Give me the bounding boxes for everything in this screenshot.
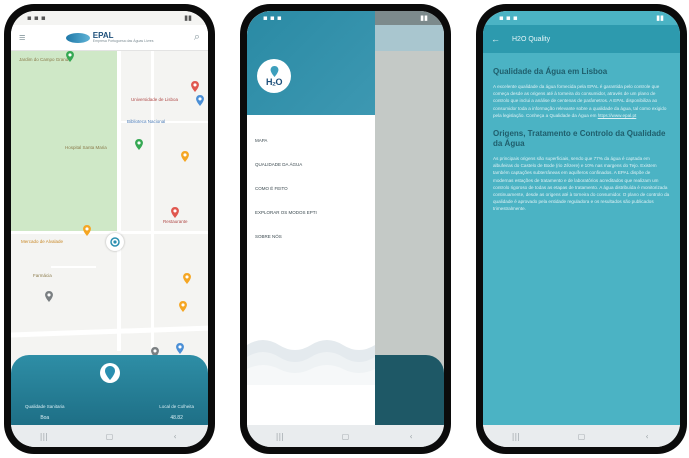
water-pin[interactable] [176,343,184,354]
map-label: Biblioteca Nacional [127,119,166,124]
map-label: Universidade de Lisboa [131,97,179,102]
h2o-logo: H₂O [257,59,291,93]
section-heading: Qualidade da Água em Lisboa [493,67,608,76]
section-paragraph: As principais origens são superficiais, … [493,156,670,212]
drawer-menu: MAPA QUALIDADE DA ÁGUA COMO É FEITO EXPL… [255,137,365,257]
green-pin[interactable] [135,139,143,150]
water-pin[interactable] [196,95,204,106]
info-header: ← H2O Quality [483,25,680,53]
dimmed-header [365,25,444,51]
menu-item-qualidade[interactable]: QUALIDADE DA ÁGUA [255,161,365,185]
home-button[interactable]: ▢ [571,432,591,441]
logo-sub-text: Empresa Portuguesa das Águas Livres [92,38,154,43]
red-pin[interactable] [171,207,179,218]
home-button[interactable]: ▢ [99,432,119,441]
menu-item-mapa[interactable]: MAPA [255,137,365,161]
status-bar: ▪ ▪ ▪ ▮▮ [247,11,444,25]
system-nav-bar: ||| ▢ ‹ [11,425,208,447]
back-arrow-icon[interactable]: ← [491,34,500,44]
search-icon[interactable]: ⌕ [194,31,200,44]
epal-logo: EPAL Empresa Portuguesa das Águas Livres [65,31,154,44]
drawer-screen: H₂O MAPA QUALIDADE DA ÁGUA COMO É FEITO … [247,11,444,447]
back-button[interactable]: ‹ [637,432,657,441]
menu-item-como-e-feito[interactable]: COMO É FEITO [255,185,365,209]
stat-label: Local de Colheita [159,404,194,409]
paragraph-text: A excelente qualidade da água fornecida … [493,84,667,118]
recent-apps-button[interactable]: ||| [34,432,54,441]
phone-map: Jardim do Campo Grande Universidade de L… [4,4,215,454]
navigation-drawer: H₂O MAPA QUALIDADE DA ÁGUA COMO É FEITO … [247,11,375,425]
menu-icon[interactable]: ≡ [19,32,25,44]
orange-pin[interactable] [83,225,91,236]
my-location-button[interactable] [106,233,124,251]
section-paragraph: A excelente qualidade da água fornecida … [493,83,670,119]
stat-value: 48.82 [170,415,183,421]
stat-label: Qualidade Sanitaria [25,404,65,409]
orange-pin[interactable] [181,151,189,162]
red-pin[interactable] [191,81,199,92]
back-button[interactable]: ‹ [165,432,185,441]
back-button[interactable]: ‹ [401,432,421,441]
page-title: H2O Quality [512,35,551,43]
status-left: ▪ ▪ ▪ [263,14,282,22]
location-panel[interactable]: Qualidade Sanitaria Boa Local de Colheit… [11,355,208,425]
stat-value: Boa [40,415,50,421]
water-drop-icon [270,65,278,77]
stat-location: Local de Colheita 48.82 [159,404,194,421]
park-area [11,51,119,231]
map-label: Mercado de Alvalade [21,239,64,244]
phone-drawer: H₂O MAPA QUALIDADE DA ÁGUA COMO É FEITO … [240,4,451,454]
waves-decoration [247,340,375,385]
info-page: ← H2O Quality Qualidade da Água em Lisbo… [483,11,680,425]
status-bar: ▪ ▪ ▪ ▮▮ [483,11,680,25]
status-right: ▮▮ [184,14,192,22]
info-content: Qualidade da Água em Lisboa A excelente … [493,67,670,223]
menu-item-explorar[interactable]: EXPLORAR OS MODOS EPTI [255,209,365,233]
phone-info: ← H2O Quality Qualidade da Água em Lisbo… [476,4,687,454]
orange-pin[interactable] [183,273,191,284]
system-nav-bar: ||| ▢ ‹ [483,425,680,447]
map-label: Restaurante [163,219,188,224]
status-right: ▮▮ [420,14,428,22]
h2o-logo-text: H₂O [266,76,283,87]
dimmed-panel [365,355,444,425]
orange-pin[interactable] [179,301,187,312]
map-label: Farmácia [33,273,52,278]
status-left: ▪ ▪ ▪ [499,14,518,22]
map-label: Hospital Santa Maria [65,145,107,150]
system-nav-bar: ||| ▢ ‹ [247,425,444,447]
green-pin[interactable] [66,51,74,62]
status-bar: ▪ ▪ ▪ ▮▮ [11,11,208,25]
recent-apps-button[interactable]: ||| [270,432,290,441]
map-screen: Jardim do Campo Grande Universidade de L… [11,11,208,447]
info-link[interactable]: https://www.epal.pt [598,113,637,118]
stat-quality: Qualidade Sanitaria Boa [25,404,65,421]
status-left: ▪ ▪ ▪ [27,14,46,22]
logo-mark [65,32,90,43]
map-label: Jardim do Campo Grande [19,57,71,62]
menu-item-sobre-nos[interactable]: SOBRE NÓS [255,233,365,257]
water-drop-avatar-icon [99,363,120,383]
grey-pin[interactable] [45,291,53,302]
home-button[interactable]: ▢ [335,432,355,441]
app-header: ≡ EPAL Empresa Portuguesa das Águas Livr… [11,25,208,51]
info-screen: ← H2O Quality Qualidade da Água em Lisbo… [483,11,680,447]
recent-apps-button[interactable]: ||| [506,432,526,441]
location-target-icon [110,237,120,247]
section-heading: Origens, Tratamento e Controlo da Qualid… [493,129,666,149]
status-right: ▮▮ [656,14,664,22]
